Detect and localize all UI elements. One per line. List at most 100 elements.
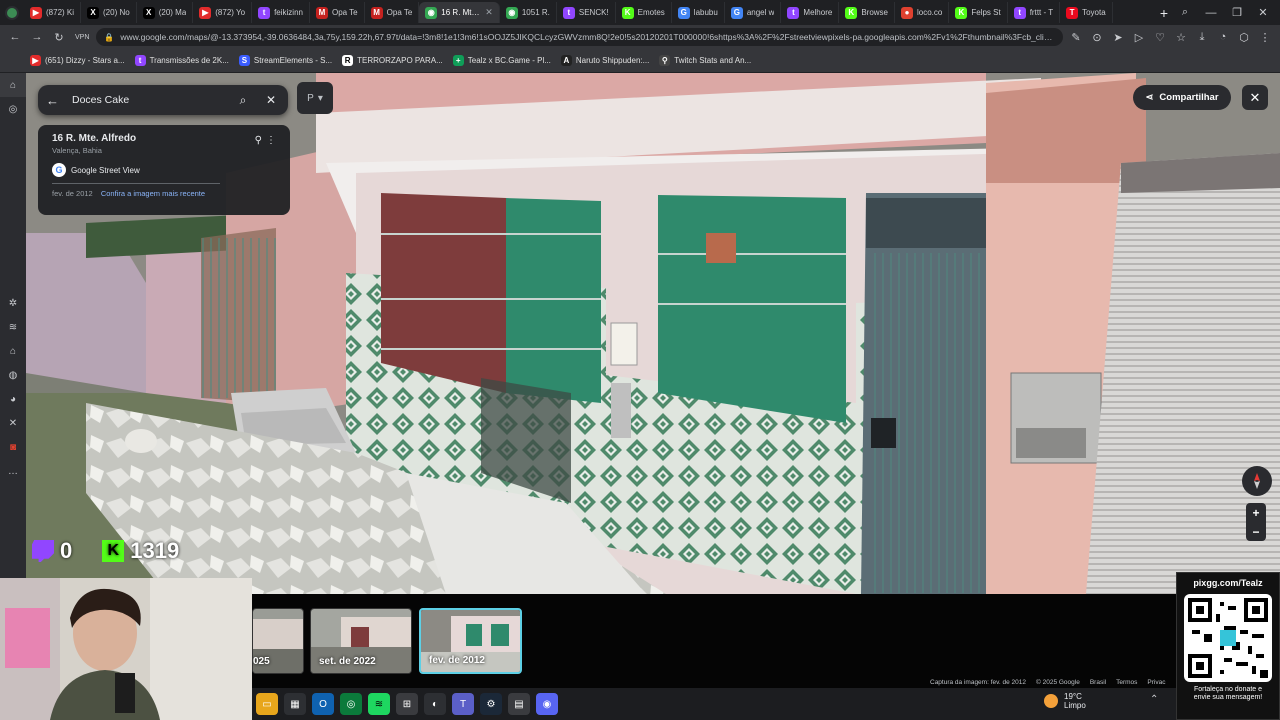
address-bar[interactable]: 🔒 www.google.com/maps/@-13.373954,-39.06… bbox=[96, 28, 1063, 46]
send-icon[interactable]: ➤ bbox=[1109, 28, 1127, 46]
zoom-out-button[interactable]: − bbox=[1252, 525, 1259, 539]
browser-tab[interactable]: X (20) Ma bbox=[137, 2, 194, 23]
sidebar-more-icon[interactable]: … bbox=[0, 459, 26, 483]
close-street-view-button[interactable]: ✕ bbox=[1242, 85, 1268, 110]
extensions-icon[interactable]: ⬡ bbox=[1235, 28, 1253, 46]
home-icon[interactable]: ⌂ bbox=[0, 73, 26, 97]
sidebar-red-icon[interactable]: ◙ bbox=[0, 435, 26, 459]
bookmark-item[interactable]: t Transmissões de 2K... bbox=[134, 55, 229, 66]
bookmark-icon[interactable]: ☆ bbox=[1172, 28, 1190, 46]
search-icon[interactable]: ⌕ bbox=[234, 93, 252, 108]
timeline-thumbnail-label: fev. de 2012 bbox=[429, 655, 485, 666]
play-icon[interactable]: ▷ bbox=[1130, 28, 1148, 46]
timeline-thumbnail[interactable]: 025 bbox=[252, 608, 304, 674]
discord-icon[interactable]: ◉ bbox=[536, 693, 558, 715]
kick-icon: K bbox=[102, 540, 125, 562]
address-title[interactable]: 16 R. Mte. Alfredo bbox=[52, 133, 276, 144]
steam-icon[interactable]: ⚙ bbox=[480, 693, 502, 715]
sidebar-nav-icon[interactable]: ⌂ bbox=[0, 339, 26, 363]
messenger-icon[interactable]: ◍ bbox=[0, 363, 26, 387]
more-options-icon[interactable]: ⋮ bbox=[266, 135, 276, 146]
x-social-icon[interactable]: ✕ bbox=[0, 411, 26, 435]
browser-tab[interactable]: Gangel w bbox=[725, 2, 782, 23]
close-window-button[interactable]: ✕ bbox=[1252, 3, 1274, 23]
bookmark-item[interactable]: R TERRORZAPO PARA... bbox=[342, 55, 443, 66]
calculator-icon[interactable]: ▤ bbox=[508, 693, 530, 715]
bookmark-item[interactable]: + Tealz x BC.Game - Pl... bbox=[452, 55, 551, 66]
maps-search-box[interactable]: ← Doces Cake ⌕ ✕ bbox=[38, 85, 288, 115]
vpn-badge[interactable]: VPN bbox=[72, 33, 92, 42]
account-icon[interactable]: ◔ bbox=[1214, 28, 1232, 46]
share-button[interactable]: ⋖ Compartilhar bbox=[1133, 85, 1231, 110]
back-arrow-icon[interactable]: ← bbox=[46, 93, 62, 108]
download-icon[interactable]: ⤓ bbox=[1193, 28, 1211, 46]
menu-icon[interactable]: ⋮ bbox=[1256, 28, 1274, 46]
sidebar-app-icon[interactable]: ✲ bbox=[0, 291, 26, 315]
obs-icon[interactable]: ◐ bbox=[424, 693, 446, 715]
browser-tab[interactable]: T Toyota bbox=[1060, 2, 1113, 23]
search-input[interactable]: Doces Cake bbox=[72, 94, 224, 106]
compass-icon[interactable] bbox=[1242, 466, 1272, 496]
timeline-thumbnail-label: 025 bbox=[253, 656, 270, 667]
forward-arrow-icon[interactable]: → bbox=[28, 28, 46, 46]
edit-icon[interactable]: ✎ bbox=[1067, 28, 1085, 46]
tray-chevron-icon[interactable]: ⌃ bbox=[1150, 694, 1158, 705]
chrome-icon[interactable]: ◎ bbox=[340, 693, 362, 715]
browser-tab[interactable]: K Emotes bbox=[616, 2, 672, 23]
x-icon: X bbox=[142, 6, 155, 19]
back-arrow-icon[interactable]: ← bbox=[6, 28, 24, 46]
browser-tab[interactable]: ◉16 R. Mte. Alfre ✕ bbox=[419, 2, 500, 23]
close-tab-icon[interactable]: ✕ bbox=[485, 7, 493, 18]
bookmark-item[interactable]: ▶ (651) Dizzy - Stars a... bbox=[30, 55, 125, 66]
minimize-button[interactable]: — bbox=[1200, 3, 1222, 23]
browser-tab[interactable]: M Opa Te bbox=[310, 2, 365, 23]
browser-tab[interactable]: M Opa Te bbox=[365, 2, 420, 23]
browser-tab[interactable]: K Browse bbox=[839, 2, 895, 23]
browser-tab[interactable]: Glabubu bbox=[672, 2, 725, 23]
browser-tab[interactable]: X (20) No bbox=[81, 2, 137, 23]
language-dropdown[interactable]: P ▾ bbox=[297, 82, 333, 114]
weather-widget[interactable]: 19°C Limpo bbox=[1044, 692, 1086, 710]
outlook-icon[interactable]: O bbox=[312, 693, 334, 715]
compass-icon[interactable]: ◎ bbox=[0, 97, 26, 121]
browser-tab[interactable]: t SENCK! bbox=[557, 2, 616, 23]
browser-side-panel: ⌂ ◎ ✲ ≋ ⌂ ◍ ◕ ✕ ◙ … bbox=[0, 73, 26, 578]
reload-icon[interactable]: ↻ bbox=[50, 28, 68, 46]
bookmark-item[interactable]: S StreamElements - S... bbox=[238, 55, 332, 66]
browser-tab[interactable]: ▶ (872) Ki bbox=[24, 2, 82, 23]
terms-link[interactable]: Termos bbox=[1116, 679, 1137, 686]
whatsapp-icon[interactable]: ◕ bbox=[0, 387, 26, 411]
new-tab-button[interactable]: + bbox=[1154, 3, 1174, 23]
app-icon[interactable]: ⊞ bbox=[396, 693, 418, 715]
browser-tab[interactable]: t feikizinn bbox=[252, 2, 310, 23]
zoom-in-button[interactable]: + bbox=[1252, 506, 1259, 520]
browser-tab[interactable]: t Melhore bbox=[781, 2, 840, 23]
close-icon[interactable]: ✕ bbox=[262, 93, 280, 107]
camera-icon[interactable]: ⊙ bbox=[1088, 28, 1106, 46]
search-tabs-icon[interactable]: ⌕ bbox=[1174, 3, 1196, 23]
bookmark-item[interactable]: A Naruto Shippuden:... bbox=[560, 55, 649, 66]
timeline-thumbnail-selected[interactable]: fev. de 2012 bbox=[419, 608, 522, 674]
restore-button[interactable]: ❐ bbox=[1226, 3, 1248, 23]
browser-tab[interactable]: K Felps St bbox=[949, 2, 1008, 23]
newer-image-link[interactable]: Confira a imagem mais recente bbox=[101, 189, 205, 198]
profile-icon[interactable] bbox=[0, 0, 24, 25]
location-pin-icon[interactable]: ⚲ bbox=[255, 135, 262, 146]
twitch-icon: t bbox=[787, 6, 800, 19]
bookmark-item[interactable]: ⚲ Twitch Stats and An... bbox=[659, 55, 751, 66]
region-link[interactable]: Brasil bbox=[1090, 679, 1106, 686]
privacy-link[interactable]: Privac bbox=[1147, 679, 1165, 686]
browser-tab[interactable]: ▶ (872) Yo bbox=[193, 2, 253, 23]
teams-icon[interactable]: T bbox=[452, 693, 474, 715]
store-icon[interactable]: ▦ bbox=[284, 693, 306, 715]
file-explorer-icon[interactable]: ▭ bbox=[256, 693, 278, 715]
browser-tab[interactable]: ◉ 1051 R. bbox=[500, 2, 557, 23]
heart-icon[interactable]: ♡ bbox=[1151, 28, 1169, 46]
sidebar-layers-icon[interactable]: ≋ bbox=[0, 315, 26, 339]
timeline-thumbnail[interactable]: set. de 2022 bbox=[310, 608, 412, 674]
spotify-icon[interactable]: ≋ bbox=[368, 693, 390, 715]
timeline-thumbnail-label: set. de 2022 bbox=[319, 656, 376, 667]
browser-tab[interactable]: t frttt - T bbox=[1008, 2, 1061, 23]
qr-title: pixgg.com/Tealz bbox=[1193, 578, 1263, 588]
browser-tab[interactable]: ● loco.co bbox=[895, 2, 950, 23]
